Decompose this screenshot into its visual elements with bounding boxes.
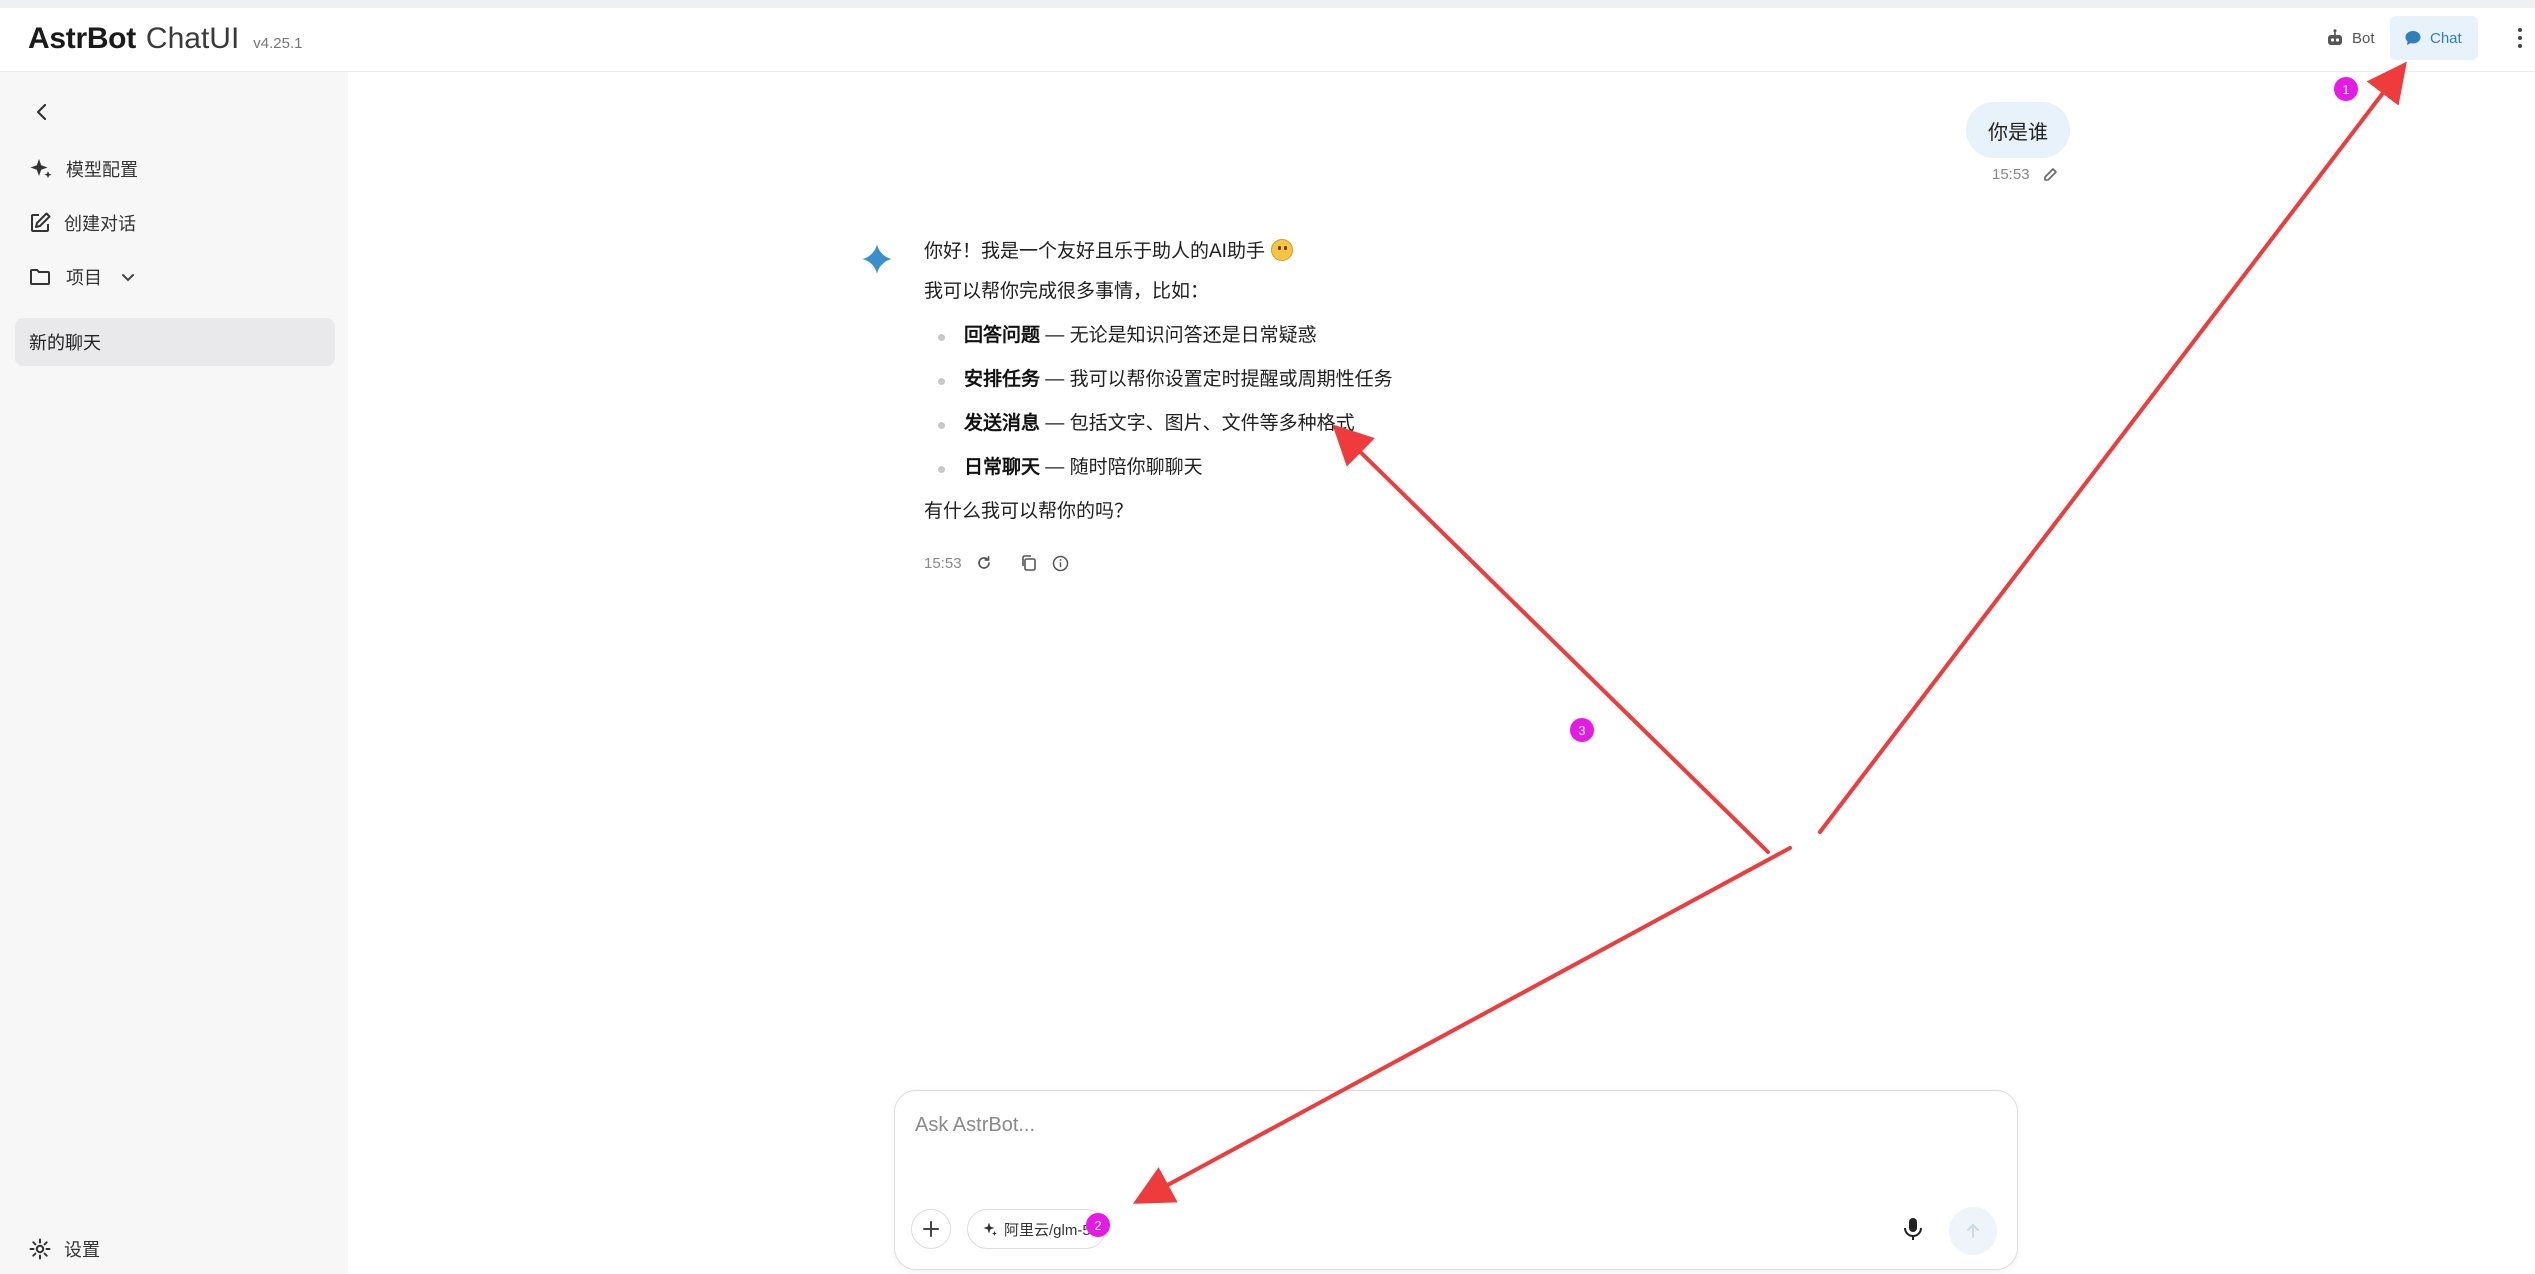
chat-mode-button[interactable]: Chat (2390, 16, 2478, 60)
brand: AstrBot ChatUI v4.25.1 (28, 22, 303, 56)
chat-bubble-icon (2405, 31, 2421, 45)
assistant-message-time: 15:53 (924, 554, 962, 572)
attach-button[interactable] (911, 1209, 951, 1249)
pencil-icon[interactable] (2042, 167, 2058, 183)
assistant-intro: 我可以帮你完成很多事情，比如： (924, 281, 1210, 302)
sidebar: 模型配置 创建对话 项目 新的聊天 设置 (0, 72, 348, 1274)
top-strip (0, 0, 2535, 8)
brand-name: AstrBot (28, 22, 136, 55)
send-button[interactable] (1949, 1207, 1997, 1255)
info-icon[interactable] (1052, 555, 1069, 572)
sparkle-icon (983, 1222, 997, 1236)
plus-icon (923, 1221, 939, 1237)
bot-mode-button[interactable]: Bot (2312, 16, 2389, 60)
sidebar-item-projects[interactable]: 项目 (28, 264, 136, 290)
sparkle-icon (30, 159, 52, 179)
annotation-badge: 3 (1570, 718, 1594, 742)
bot-mode-label: Bot (2352, 29, 2375, 47)
collapse-sidebar-icon[interactable] (30, 100, 54, 124)
annotation-overlay (1132, 61, 2407, 1204)
folder-icon (30, 269, 50, 285)
arrow-to-chat (1818, 61, 2407, 834)
message-composer: 阿里云/glm-5 (894, 1090, 2018, 1270)
brand-subtitle: ChatUI (145, 22, 240, 55)
gear-icon (29, 1238, 51, 1260)
chat-mode-label: Chat (2430, 29, 2462, 47)
conversation-title: 新的聊天 (29, 333, 101, 353)
version-label: v4.25.1 (253, 35, 303, 52)
sidebar-item-label: 设置 (64, 1240, 100, 1260)
user-message-bubble: 你是谁 (1966, 102, 2070, 158)
message-input[interactable] (915, 1105, 1995, 1145)
sidebar-item-model-config[interactable]: 模型配置 (28, 156, 138, 182)
model-selector-label: 阿里云/glm-5 (1004, 1221, 1091, 1239)
assistant-closing: 有什么我可以帮你的吗？ (924, 501, 1134, 522)
annotation-badge: 2 (1086, 1213, 1110, 1237)
sidebar-item-label: 创建对话 (64, 214, 136, 234)
sidebar-item-label: 模型配置 (66, 160, 138, 180)
user-message-text: 你是谁 (1988, 121, 2048, 144)
more-options-icon[interactable] (2510, 26, 2530, 50)
edit-icon (31, 212, 51, 232)
assistant-message-meta: 15:53 (924, 554, 1069, 572)
robot-icon (2328, 29, 2342, 45)
refresh-icon[interactable] (976, 555, 992, 571)
user-message-meta: 15:53 (1992, 166, 2058, 183)
arrow-up-icon (1967, 1224, 1979, 1238)
microphone-icon[interactable] (1899, 1215, 1927, 1243)
smile-emoji-icon (1270, 239, 1293, 261)
sidebar-item-settings[interactable]: 设置 (28, 1236, 100, 1262)
copy-icon[interactable] (1020, 554, 1038, 572)
sidebar-item-label: 项目 (66, 268, 102, 288)
chevron-down-icon (122, 274, 134, 282)
annotation-badge: 1 (2334, 77, 2358, 101)
user-message-time: 15:53 (1992, 166, 2030, 183)
assistant-sparkle-icon (862, 244, 892, 274)
conversation-item[interactable]: 新的聊天 (15, 318, 335, 366)
arrow-to-message (1332, 424, 1770, 854)
sidebar-item-new-conversation[interactable]: 创建对话 (28, 210, 136, 236)
assistant-greeting: 你好！我是一个友好且乐于助人的AI助手 (924, 238, 1293, 266)
model-selector[interactable]: 阿里云/glm-5 (967, 1209, 1106, 1249)
app-header: AstrBot ChatUI v4.25.1 Bot Chat (0, 8, 2535, 72)
